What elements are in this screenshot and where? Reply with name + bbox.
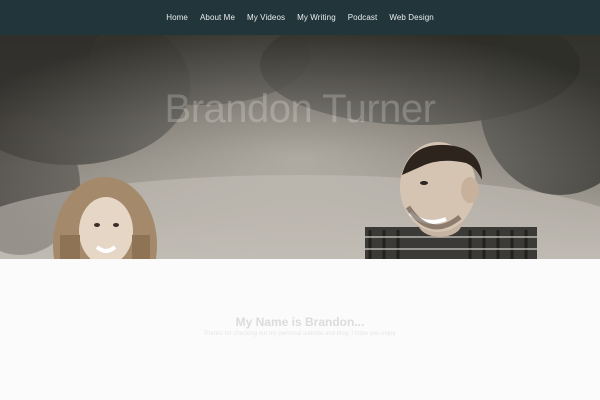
intro-section: My Name is Brandon... Thanks for checkin… [0,259,600,400]
nav-menu: Home About Me My Videos My Writing Podca… [160,0,440,35]
nav-item-home[interactable]: Home [160,0,194,35]
intro-heading: My Name is Brandon... [235,315,365,329]
intro-subtitle: Thanks for checking out my personal webs… [203,331,397,337]
hero-photo [0,35,600,259]
hero-title: Brandon Turner [164,87,436,131]
hero-banner: Brandon Turner [0,35,600,259]
nav-item-about-me[interactable]: About Me [194,0,241,35]
top-navigation-bar: Home About Me My Videos My Writing Podca… [0,0,600,36]
nav-item-my-videos[interactable]: My Videos [241,0,291,35]
nav-item-web-design[interactable]: Web Design [383,0,439,35]
nav-item-my-writing[interactable]: My Writing [291,0,342,35]
nav-item-podcast[interactable]: Podcast [342,0,384,35]
